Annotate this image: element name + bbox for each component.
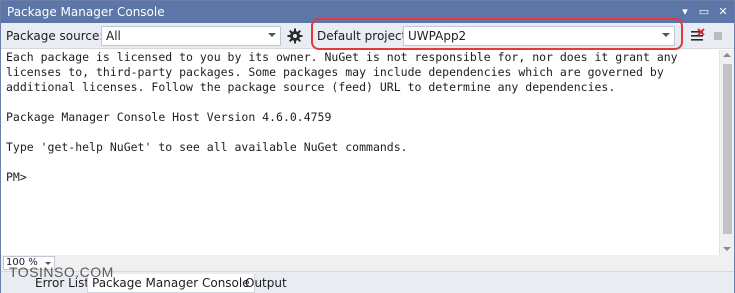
scroll-thumb[interactable]	[723, 64, 732, 234]
vertical-scrollbar[interactable]	[719, 50, 734, 255]
console-line: Type 'get-help NuGet' to see all availab…	[6, 140, 408, 154]
stop-command-icon[interactable]	[710, 28, 726, 44]
console-output[interactable]: Each package is licensed to you by its o…	[1, 50, 719, 255]
tab-output[interactable]: Output	[241, 274, 291, 293]
watermark-text: TOSINSO.COM	[9, 264, 114, 280]
console-line: PM>	[6, 170, 27, 184]
title-bar: Package Manager Console ▾ ▭ ✕	[1, 1, 734, 23]
package-source-value: All	[106, 29, 121, 43]
console-text: Each package is licensed to you by its o…	[6, 50, 678, 185]
settings-gear-icon[interactable]	[287, 28, 303, 44]
window-maximize-icon[interactable]: ▭	[696, 4, 712, 20]
clear-console-icon[interactable]	[689, 28, 705, 44]
default-project-value: UWPApp2	[408, 29, 467, 43]
scroll-up-arrow-icon[interactable]	[723, 53, 731, 57]
package-manager-console-window: Package Manager Console ▾ ▭ ✕ Package so…	[0, 0, 735, 293]
console-line: additional licenses. Follow the package …	[6, 80, 616, 94]
window-close-icon[interactable]: ✕	[715, 4, 731, 20]
scroll-down-arrow-icon[interactable]	[723, 247, 731, 251]
console-line: licenses to, third-party packages. Some …	[6, 65, 664, 79]
window-title: Package Manager Console	[7, 5, 165, 19]
console-line: Each package is licensed to you by its o…	[6, 50, 678, 64]
default-project-label: Default project:	[317, 29, 411, 43]
window-position-dropdown-icon[interactable]: ▾	[677, 4, 693, 20]
console-line: Package Manager Console Host Version 4.6…	[6, 110, 332, 124]
package-source-dropdown[interactable]: All	[101, 26, 281, 46]
console-toolbar: Package source: All Default project: UWP…	[1, 23, 734, 49]
chevron-down-icon	[662, 33, 670, 37]
chevron-down-icon	[268, 33, 276, 37]
package-source-label: Package source:	[6, 29, 104, 43]
default-project-dropdown[interactable]: UWPApp2	[403, 26, 675, 46]
